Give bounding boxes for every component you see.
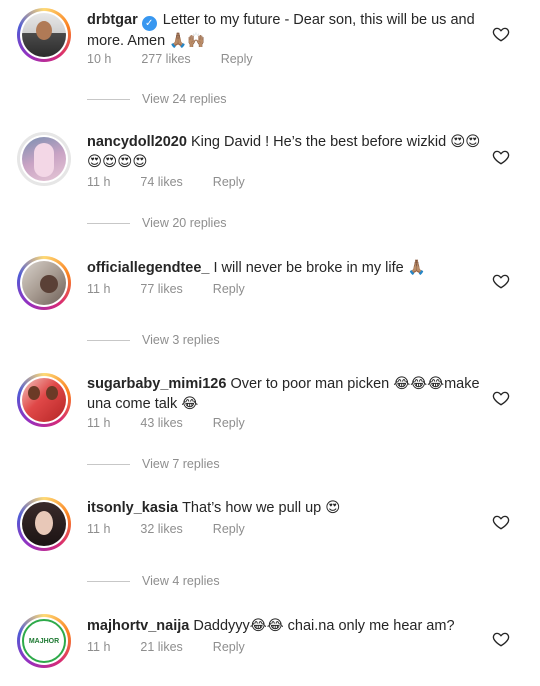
avatar[interactable] <box>17 8 71 62</box>
comment-username[interactable]: drbtgar <box>87 12 138 28</box>
comment-username[interactable]: itsonly_kasia <box>87 500 178 516</box>
view-replies-label: View 20 replies <box>142 216 227 230</box>
verified-badge-icon: ✓ <box>141 16 157 31</box>
heart-icon[interactable] <box>492 272 510 290</box>
comment-meta: 11 h 77 likes Reply <box>87 282 275 296</box>
comment-meta: 11 h 43 likes Reply <box>87 416 275 430</box>
comment-meta: 10 h 277 likes Reply <box>87 52 283 66</box>
comment-time: 11 h <box>87 416 111 430</box>
comment-text-block: itsonly_kasia That’s how we pull up 😍 <box>87 498 482 518</box>
comment-time: 10 h <box>87 52 112 66</box>
avatar-image <box>22 378 66 422</box>
comment-text-block: majhortv_naija Daddyyy😂😂 chai.na only me … <box>87 616 482 636</box>
comment-meta: 11 h 32 likes Reply <box>87 522 275 536</box>
view-replies-button[interactable]: View 7 replies <box>87 457 220 471</box>
comment-time: 11 h <box>87 282 111 296</box>
reply-button[interactable]: Reply <box>213 282 245 296</box>
comment-text: That’s how we pull up 😍 <box>182 500 341 516</box>
comment-likes[interactable]: 21 likes <box>140 640 182 654</box>
avatar-image <box>22 261 66 305</box>
replies-divider <box>87 580 130 582</box>
avatar-image <box>22 137 66 181</box>
heart-icon[interactable] <box>492 148 510 166</box>
comment-text-block: nancydoll2020 King David ! He’s the best … <box>87 132 482 172</box>
avatar-image <box>22 13 66 57</box>
comment-time: 11 h <box>87 640 111 654</box>
replies-divider <box>87 463 130 465</box>
comment-likes[interactable]: 43 likes <box>140 416 182 430</box>
view-replies-button[interactable]: View 20 replies <box>87 216 227 230</box>
comment-likes[interactable]: 77 likes <box>140 282 182 296</box>
comment-username[interactable]: majhortv_naija <box>87 618 189 634</box>
reply-button[interactable]: Reply <box>213 175 245 189</box>
replies-divider <box>87 222 130 224</box>
comment-username[interactable]: sugarbaby_mimi126 <box>87 376 226 392</box>
replies-divider <box>87 339 130 341</box>
comment-time: 11 h <box>87 522 111 536</box>
avatar[interactable]: MAJHOR <box>17 614 71 668</box>
comment-likes[interactable]: 74 likes <box>140 175 182 189</box>
heart-icon[interactable] <box>492 513 510 531</box>
view-replies-label: View 4 replies <box>142 574 220 588</box>
reply-button[interactable]: Reply <box>213 522 245 536</box>
comment-time: 11 h <box>87 175 111 189</box>
view-replies-button[interactable]: View 3 replies <box>87 333 220 347</box>
avatar-image: MAJHOR <box>22 619 66 663</box>
comment-likes[interactable]: 32 likes <box>140 522 182 536</box>
avatar-image <box>22 502 66 546</box>
comment-username[interactable]: officiallegendtee_ <box>87 260 209 276</box>
view-replies-button[interactable]: View 4 replies <box>87 574 220 588</box>
replies-divider <box>87 98 130 100</box>
comment-meta: 11 h 74 likes Reply <box>87 175 275 189</box>
comment-text-block: officiallegendtee_ I will never be broke … <box>87 258 482 278</box>
comment-text: I will never be broke in my life 🙏🏽 <box>213 260 426 276</box>
avatar[interactable] <box>17 132 71 186</box>
comment-text: Daddyyy😂😂 chai.na only me hear am? <box>193 618 455 634</box>
heart-icon[interactable] <box>492 389 510 407</box>
reply-button[interactable]: Reply <box>213 640 245 654</box>
avatar[interactable] <box>17 256 71 310</box>
comment-likes[interactable]: 277 likes <box>141 52 190 66</box>
view-replies-label: View 24 replies <box>142 92 227 106</box>
view-replies-label: View 3 replies <box>142 333 220 347</box>
comment-meta: 11 h 21 likes Reply <box>87 640 275 654</box>
avatar[interactable] <box>17 373 71 427</box>
comment-text-block: sugarbaby_mimi126 Over to poor man picken… <box>87 374 482 414</box>
avatar[interactable] <box>17 497 71 551</box>
majhor-logo: MAJHOR <box>28 637 60 645</box>
view-replies-label: View 7 replies <box>142 457 220 471</box>
reply-button[interactable]: Reply <box>213 416 245 430</box>
view-replies-button[interactable]: View 24 replies <box>87 92 227 106</box>
comment-text-block: drbtgar ✓ Letter to my future - Dear son, … <box>87 10 482 51</box>
comment-username[interactable]: nancydoll2020 <box>87 134 187 150</box>
reply-button[interactable]: Reply <box>221 52 253 66</box>
heart-icon[interactable] <box>492 25 510 43</box>
heart-icon[interactable] <box>492 630 510 648</box>
